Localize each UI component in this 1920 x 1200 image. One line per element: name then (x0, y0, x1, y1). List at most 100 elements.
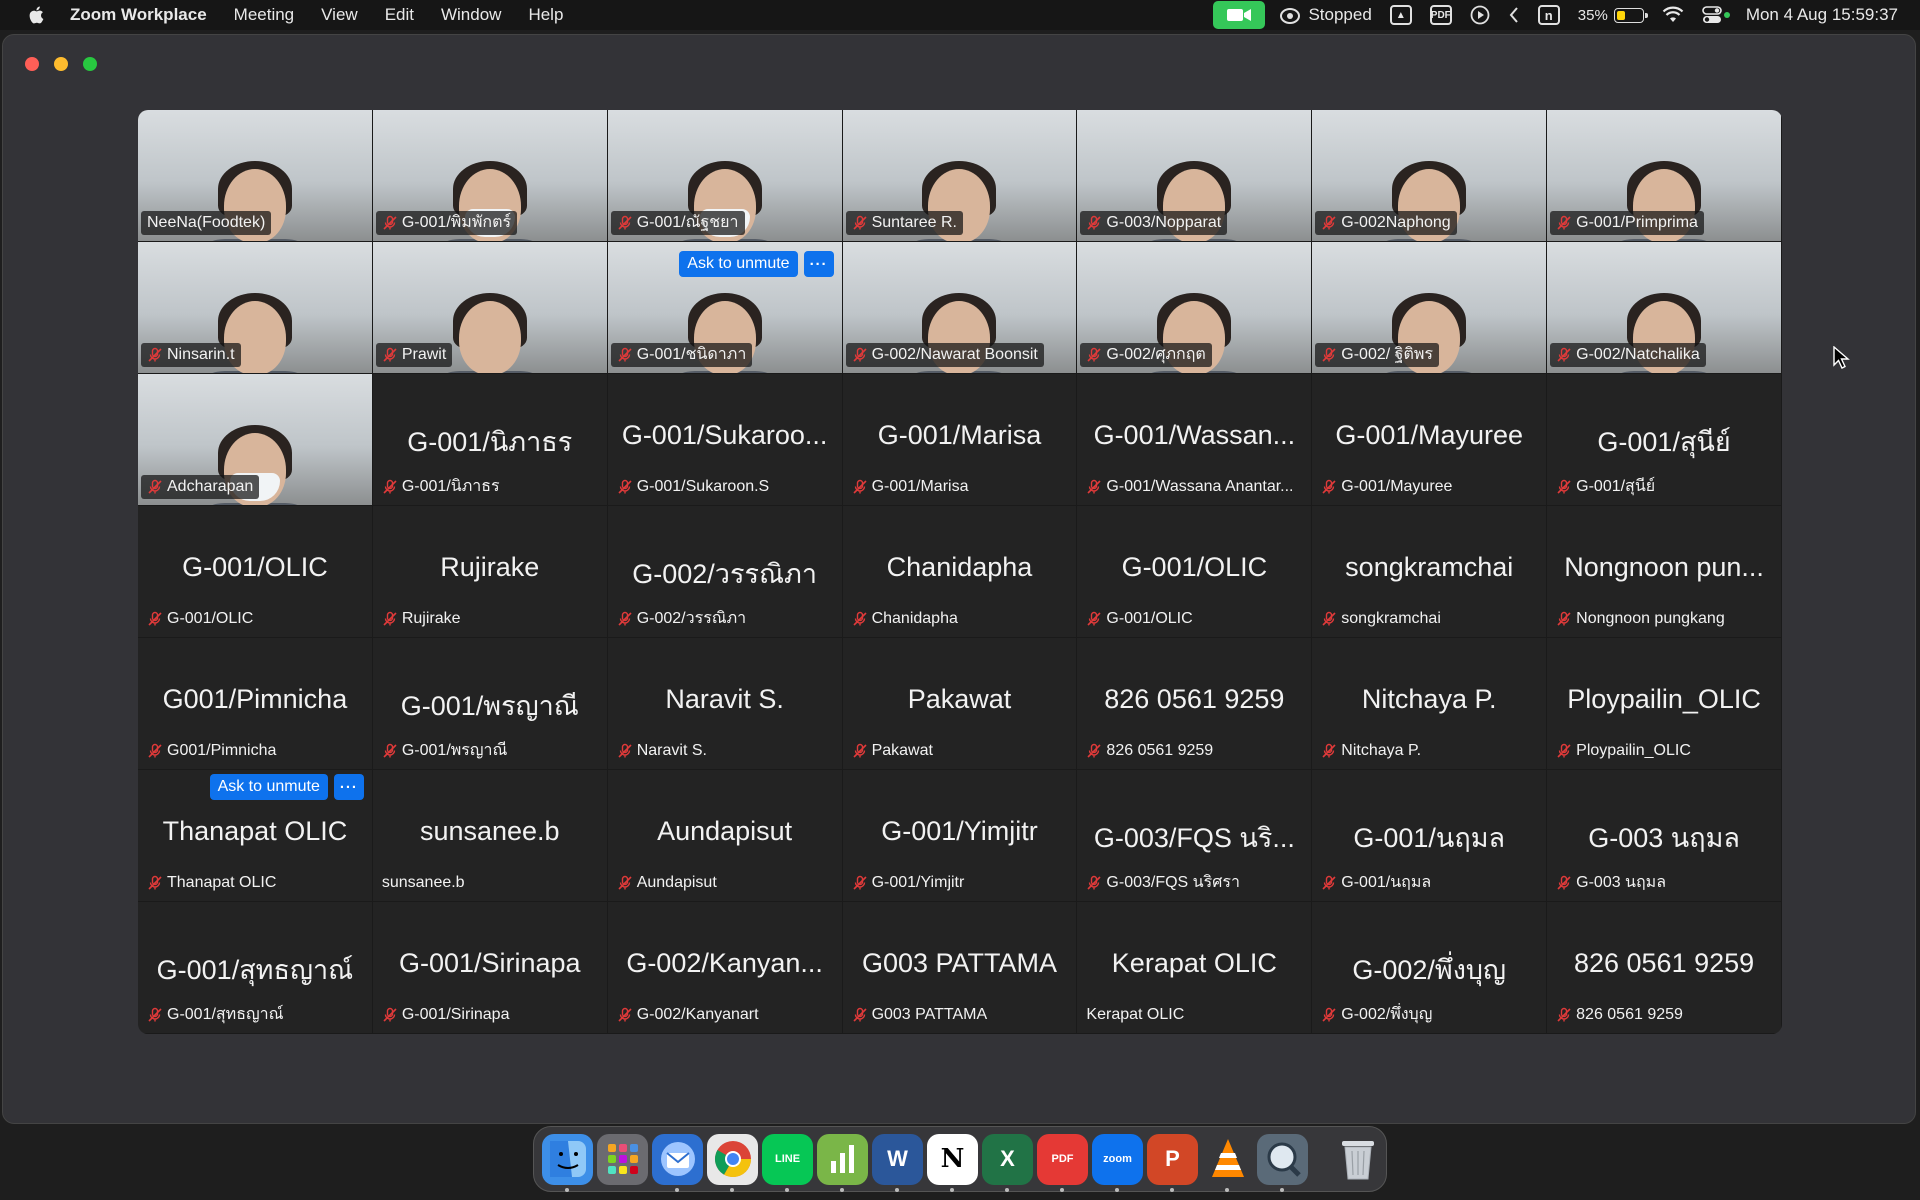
participant-tile[interactable]: Nongnoon pun... Nongnoon pungkang (1547, 506, 1782, 638)
participant-tile[interactable]: G-001/ณัฐชยา (607, 110, 843, 242)
participant-tile[interactable]: G003 PATTAMA G003 PATTAMA (842, 902, 1078, 1034)
participant-tile[interactable]: G-001/ชนิดาภา Ask to unmute ··· (607, 242, 843, 374)
participant-tile[interactable]: Prawit (372, 242, 608, 374)
participant-tile[interactable]: G-002/ศุภกฤต (1077, 242, 1313, 374)
zoom-camera-status-button[interactable] (1213, 1, 1266, 29)
participant-tile[interactable]: Thanapat OLIC Thanapat OLIC Ask to unmute ·… (138, 770, 373, 902)
participant-tile[interactable]: Ninsarin.t (138, 242, 373, 374)
app-name-menu[interactable]: Zoom Workplace (70, 5, 207, 25)
participant-tile[interactable]: G-001/พิมพักตร์ (372, 110, 608, 242)
more-options-button[interactable]: ··· (333, 774, 364, 800)
ask-to-unmute-button[interactable]: Ask to unmute (679, 251, 798, 277)
line-icon[interactable]: LINE (762, 1133, 813, 1192)
participant-tile[interactable]: Pakawat Pakawat (842, 638, 1078, 770)
participant-tile[interactable]: 826 0561 9259 826 0561 9259 (1547, 902, 1782, 1034)
notion-icon[interactable]: N (927, 1133, 978, 1192)
ask-to-unmute-button[interactable]: Ask to unmute (209, 774, 328, 800)
participant-tile[interactable]: Rujirake Rujirake (372, 506, 608, 638)
participant-tile[interactable]: G-003/Nopparat (1077, 110, 1313, 242)
menu-view[interactable]: View (321, 5, 358, 25)
menu-window[interactable]: Window (441, 5, 501, 25)
participant-tile[interactable]: G-002/ ฐิติพร (1312, 242, 1548, 374)
participant-tile[interactable]: G-001/Primprima (1547, 110, 1782, 242)
participant-tile[interactable]: G-002/วรรณิภา G-002/วรรณิภา (607, 506, 843, 638)
participant-tile[interactable]: Aundapisut Aundapisut (607, 770, 843, 902)
mouse-cursor-icon (1833, 346, 1850, 369)
participant-tile[interactable]: G-001/Marisa G-001/Marisa (842, 374, 1078, 506)
wifi-icon[interactable] (1662, 6, 1684, 24)
thunderbird-icon[interactable] (652, 1133, 703, 1192)
chrome-icon[interactable] (707, 1133, 758, 1192)
participant-tile[interactable]: G-001/Yimjitr G-001/Yimjitr (842, 770, 1078, 902)
word-icon[interactable]: W (872, 1133, 923, 1192)
participant-tile[interactable]: G001/Pimnicha G001/Pimnicha (138, 638, 373, 770)
participant-tile[interactable]: 826 0561 9259 826 0561 9259 (1077, 638, 1313, 770)
participant-tile[interactable]: G-002/Nawarat Boonsit (842, 242, 1078, 374)
participant-tile[interactable]: G-001/Sukaroo... G-001/Sukaroon.S (607, 374, 843, 506)
participant-tile[interactable]: Ploypailin_OLIC Ploypailin_OLIC (1547, 638, 1782, 770)
menu-edit[interactable]: Edit (385, 5, 414, 25)
participant-tile[interactable]: G-001/Wassan... G-001/Wassana Anantar... (1077, 374, 1313, 506)
participant-tile[interactable]: Adcharapan (138, 374, 373, 506)
participant-display-name: songkramchai (1345, 552, 1514, 582)
battery-status[interactable]: 35% (1578, 7, 1648, 24)
participant-tile[interactable]: G-002/Natchalika (1547, 242, 1782, 374)
participant-tile[interactable]: songkramchai songkramchai (1312, 506, 1548, 638)
participant-tile[interactable]: G-001/OLIC G-001/OLIC (138, 506, 373, 638)
participant-tile[interactable]: NeeNa(Foodtek) (138, 110, 373, 242)
participant-display-name: G-002/วรรณิภา (632, 559, 817, 589)
muted-microphone-icon (383, 743, 397, 758)
participant-tile[interactable]: G-001/สุทธญาณ์ G-001/สุทธญาณ์ (138, 902, 373, 1034)
participant-tile[interactable]: Naravit S. Naravit S. (607, 638, 843, 770)
launchpad-icon[interactable] (597, 1133, 648, 1185)
participant-tile[interactable]: G-002Naphong (1312, 110, 1548, 242)
control-center-icon[interactable] (1702, 6, 1732, 24)
muted-microphone-icon (852, 743, 867, 758)
menu-bar-clock[interactable]: Mon 4 Aug 15:59:37 (1746, 5, 1898, 25)
numbers-icon[interactable] (817, 1133, 868, 1192)
participant-tile[interactable]: Suntaree R. (842, 110, 1078, 242)
menu-meeting[interactable]: Meeting (234, 5, 294, 25)
drive-status-icon[interactable]: ▲ (1389, 5, 1412, 25)
participant-display-name: Aundapisut (657, 816, 793, 846)
apple-icon[interactable] (26, 4, 48, 26)
chevron-left-icon[interactable] (1508, 6, 1520, 24)
muted-microphone-icon (618, 1007, 632, 1022)
more-options-button[interactable]: ··· (803, 251, 834, 277)
participant-tile[interactable]: Nitchaya P. Nitchaya P. (1312, 638, 1548, 770)
play-circle-icon[interactable] (1470, 5, 1490, 25)
participant-name: G-001/พิมพักตร์ (401, 214, 512, 231)
participant-tile[interactable]: G-002/พึ่งบุญ G-002/พึ่งบุญ (1312, 902, 1548, 1034)
vlc-icon[interactable] (1202, 1134, 1253, 1192)
participant-tile[interactable]: Chanidapha Chanidapha (842, 506, 1078, 638)
quicktime-icon[interactable] (1257, 1133, 1308, 1192)
pdf-icon[interactable]: PDF (1037, 1133, 1088, 1192)
menu-help[interactable]: Help (528, 5, 563, 25)
participant-tile[interactable]: G-003 นฤมล G-003 นฤมล (1547, 770, 1782, 902)
input-source-icon[interactable]: n (1537, 5, 1560, 25)
muted-microphone-icon (1322, 347, 1336, 362)
muted-microphone-icon (852, 215, 867, 230)
running-indicator (785, 1187, 789, 1192)
participant-tile[interactable]: G-002/Kanyan... G-002/Kanyanart (607, 902, 843, 1034)
pdf-status-icon[interactable]: PDF (1429, 5, 1452, 25)
powerpoint-icon[interactable]: P (1147, 1133, 1198, 1192)
participant-tile[interactable]: G-001/สุนีย์ G-001/สุนีย์ (1547, 374, 1782, 506)
trash-icon[interactable] (1332, 1134, 1383, 1185)
participant-tile[interactable]: G-001/Sirinapa G-001/Sirinapa (372, 902, 608, 1034)
participant-tile[interactable]: G-001/OLIC G-001/OLIC (1077, 506, 1313, 638)
participant-tile[interactable]: G-001/Mayuree G-001/Mayuree (1312, 374, 1548, 506)
close-window-button[interactable] (25, 57, 39, 71)
zoom-icon[interactable]: zoom (1092, 1133, 1143, 1192)
participant-tile[interactable]: G-003/FQS นริ... G-003/FQS นริศรา (1077, 770, 1313, 902)
participant-tile[interactable]: G-001/นฤมล G-001/นฤมล (1312, 770, 1548, 902)
participant-tile[interactable]: G-001/นิภาธร G-001/นิภาธร (372, 374, 608, 506)
participant-tile[interactable]: Kerapat OLIC Kerapat OLIC (1077, 902, 1313, 1034)
recording-status[interactable]: Stopped (1279, 5, 1372, 25)
participant-tile[interactable]: G-001/พรญาณี G-001/พรญาณี (372, 638, 608, 770)
finder-icon[interactable] (542, 1133, 593, 1192)
excel-icon[interactable]: X (982, 1133, 1033, 1192)
fullscreen-window-button[interactable] (83, 57, 97, 71)
participant-tile[interactable]: sunsanee.b sunsanee.b (372, 770, 608, 902)
minimize-window-button[interactable] (54, 57, 68, 71)
